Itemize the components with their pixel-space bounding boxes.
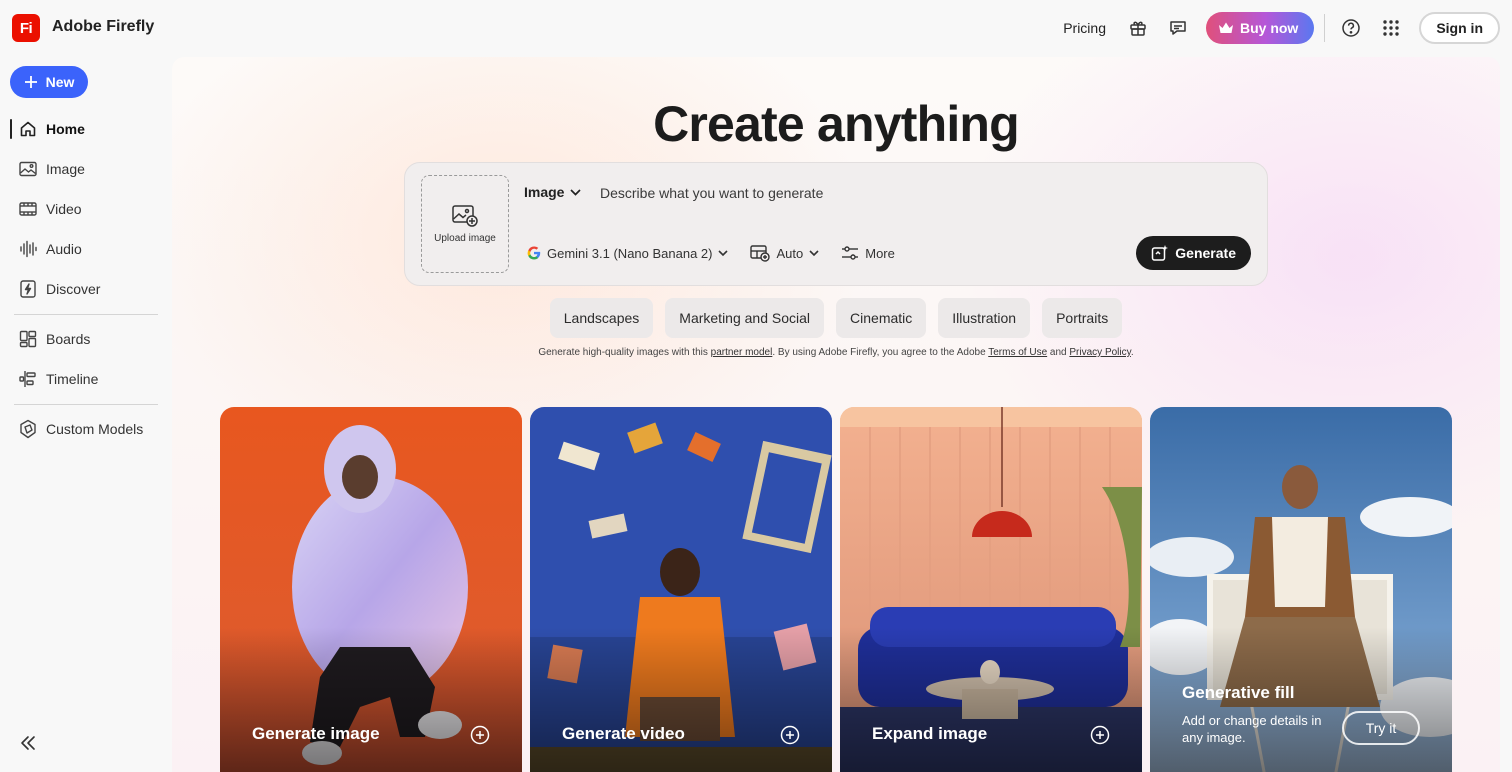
- card-shade: [530, 627, 832, 772]
- expand-image-card[interactable]: Expand image: [840, 407, 1142, 772]
- more-options-button[interactable]: More: [841, 245, 895, 261]
- sidebar-item-audio[interactable]: Audio: [10, 233, 158, 265]
- help-icon[interactable]: [1339, 16, 1363, 40]
- image-icon: [18, 159, 38, 179]
- upload-image-button[interactable]: Upload image: [421, 175, 509, 273]
- try-it-button[interactable]: Try it: [1342, 711, 1420, 745]
- header-actions: Pricing Buy now Sign in: [1063, 11, 1500, 45]
- collapse-sidebar-icon[interactable]: [18, 733, 38, 753]
- card-title: Generate video: [562, 724, 685, 743]
- google-icon: [527, 246, 541, 260]
- prompt-panel: Upload image Image Gemini 3.1 (Nano Bana…: [404, 162, 1268, 286]
- add-circle-icon[interactable]: [780, 725, 800, 745]
- card-shade: [840, 627, 1142, 772]
- chip-illustration[interactable]: Illustration: [938, 298, 1031, 338]
- prompt-options: Gemini 3.1 (Nano Banana 2) Auto More: [527, 242, 917, 264]
- chat-icon[interactable]: [1166, 16, 1190, 40]
- firefly-logo[interactable]: Fi: [12, 14, 40, 42]
- privacy-policy-link[interactable]: Privacy Policy: [1069, 347, 1131, 358]
- apps-grid-icon[interactable]: [1379, 16, 1403, 40]
- top-header: Fi Adobe Firefly Pricing Buy now Sign in: [0, 0, 1512, 56]
- sidebar-item-timeline[interactable]: Timeline: [10, 363, 158, 395]
- sidebar-item-custom-models[interactable]: Custom Models: [10, 413, 158, 445]
- buy-now-button[interactable]: Buy now: [1205, 12, 1315, 44]
- generation-type-dropdown[interactable]: Image: [524, 184, 582, 200]
- discover-icon: [18, 279, 38, 299]
- crown-icon: [1218, 22, 1233, 33]
- header-divider: [1324, 14, 1326, 42]
- app-title[interactable]: Adobe Firefly: [52, 18, 154, 36]
- pricing-link[interactable]: Pricing: [1063, 20, 1106, 36]
- main-content: Create anything Upload image Image Gemin…: [172, 57, 1500, 772]
- plus-icon: [24, 76, 37, 88]
- generate-button[interactable]: Generate: [1136, 236, 1251, 270]
- terms-disclaimer: Generate high-quality images with this p…: [538, 347, 1134, 358]
- chip-portraits[interactable]: Portraits: [1042, 298, 1123, 338]
- card-shade: [220, 627, 522, 772]
- card-title: Generative fill: [1182, 683, 1295, 702]
- chevron-down-icon: [809, 249, 819, 256]
- sidebar-divider: [14, 404, 158, 405]
- sidebar-item-video[interactable]: Video: [10, 193, 158, 225]
- sidebar-item-home[interactable]: Home: [10, 113, 158, 145]
- sidebar-item-image[interactable]: Image: [10, 153, 158, 185]
- chip-cinematic[interactable]: Cinematic: [836, 298, 927, 338]
- generate-sparkle-icon: [1152, 245, 1169, 261]
- generate-video-card[interactable]: Generate video: [530, 407, 832, 772]
- sign-in-button[interactable]: Sign in: [1419, 12, 1500, 44]
- generative-fill-card[interactable]: Generative fill Add or change details in…: [1150, 407, 1452, 772]
- chevron-down-icon: [570, 188, 582, 196]
- page-title: Create anything: [653, 96, 1020, 152]
- gift-icon[interactable]: [1126, 16, 1150, 40]
- custom-models-icon: [18, 419, 38, 439]
- chip-marketing-and-social[interactable]: Marketing and Social: [665, 298, 825, 338]
- audio-icon: [18, 239, 38, 259]
- add-circle-icon[interactable]: [1090, 725, 1110, 745]
- aspect-ratio-dropdown[interactable]: Auto: [750, 244, 819, 262]
- card-description: Add or change details in any image.: [1182, 713, 1322, 745]
- chip-landscapes[interactable]: Landscapes: [549, 298, 654, 338]
- chevron-down-icon: [718, 249, 729, 256]
- sliders-icon: [842, 246, 859, 260]
- home-icon: [18, 119, 38, 139]
- model-dropdown[interactable]: Gemini 3.1 (Nano Banana 2): [527, 246, 729, 261]
- sidebar-item-boards[interactable]: Boards: [10, 323, 158, 355]
- sidebar: New Home Image Video Audio Discover Boar…: [0, 56, 172, 772]
- video-icon: [18, 199, 38, 219]
- card-title: Expand image: [872, 724, 988, 743]
- terms-of-use-link[interactable]: Terms of Use: [988, 347, 1047, 358]
- card-title: Generate image: [252, 724, 380, 743]
- sidebar-item-discover[interactable]: Discover: [10, 273, 158, 305]
- generate-image-card[interactable]: Generate image: [220, 407, 522, 772]
- partner-model-link[interactable]: partner model: [711, 347, 773, 358]
- sidebar-divider: [14, 314, 158, 315]
- boards-icon: [18, 329, 38, 349]
- style-chips: Landscapes Marketing and Social Cinemati…: [172, 298, 1500, 338]
- add-circle-icon[interactable]: [470, 725, 490, 745]
- new-button[interactable]: New: [10, 66, 88, 98]
- image-add-icon: [452, 204, 478, 227]
- prompt-input[interactable]: [600, 185, 1160, 201]
- timeline-icon: [18, 369, 38, 389]
- aspect-ratio-icon: [750, 245, 771, 262]
